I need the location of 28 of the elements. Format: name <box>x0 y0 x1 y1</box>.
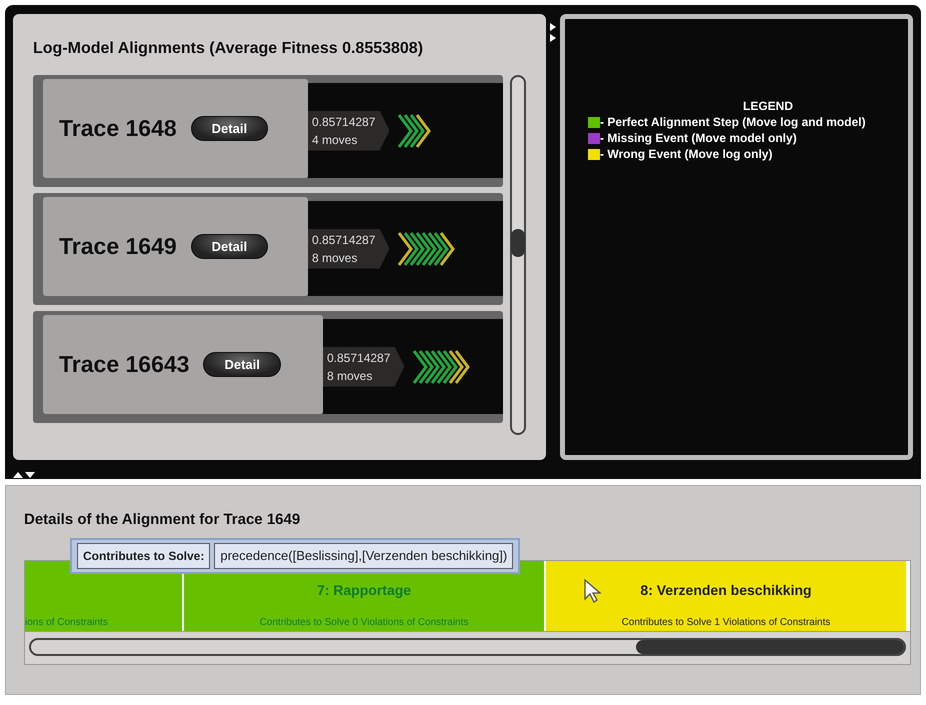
trace-name: Trace 1649 <box>59 233 177 260</box>
step-subtitle: ions of Constraints <box>25 617 108 628</box>
details-title: Details of the Alignment for Trace 1649 <box>24 511 302 528</box>
detail-button[interactable]: Detail <box>190 234 268 259</box>
legend-label: - Missing Event (Move model only) <box>600 131 797 145</box>
panel-title: Log-Model Alignments (Average Fitness 0.8553808) <box>33 40 424 58</box>
step-title: 8: Verzenden beschikking <box>640 582 812 598</box>
detail-button[interactable]: Detail <box>203 352 281 377</box>
step-subtitle: Contributes to Solve 0 Violations of Constraints <box>260 617 468 628</box>
detail-button[interactable]: Detail <box>190 116 268 141</box>
fitness-tag: 0.85714287 8 moves <box>323 346 404 386</box>
legend-label: - Perfect Alignment Step (Move log and model) <box>600 115 866 129</box>
vertical-scrollbar[interactable] <box>510 75 526 435</box>
collapse-arrows-icon[interactable] <box>549 22 557 44</box>
split-arrows-icon[interactable] <box>11 471 37 479</box>
fitness-tag: 0.85714287 4 moves <box>308 110 390 150</box>
legend-label: - Wrong Event (Move log only) <box>600 147 772 161</box>
trace-name: Trace 1648 <box>59 115 177 142</box>
step-title: 7: Rapportage <box>316 582 412 598</box>
step-cell[interactable]: 8: Verzenden beschikking Contributes to Solve 1 Violations of Constraints <box>546 561 906 631</box>
step-subtitle: Contributes to Solve 1 Violations of Constraints <box>622 617 830 628</box>
trace-name: Trace 16643 <box>59 351 190 378</box>
legend-title: LEGEND <box>742 99 793 113</box>
horizontal-scrollbar[interactable] <box>29 638 906 656</box>
cursor-icon <box>583 578 603 604</box>
tooltip-value: precedence([Beslissing],[Verzenden beschikking]) <box>214 543 514 569</box>
tooltip-label: Contributes to Solve: <box>77 543 210 569</box>
fitness-tag: 0.85714287 8 moves <box>308 228 390 268</box>
